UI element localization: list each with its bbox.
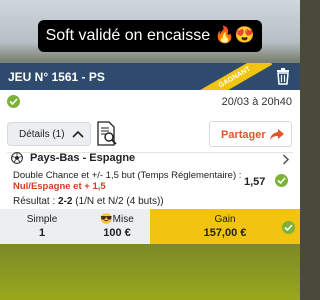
soccer-ball-icon [11, 152, 23, 164]
story-caption: Soft validé on encaisse 🔥😍 [37, 20, 263, 52]
chevron-up-icon [72, 130, 84, 138]
status-ribbon: GAGNANT [197, 63, 273, 90]
bet-odds: 1,57 [244, 176, 266, 188]
caption-container: Soft validé on encaisse 🔥😍 [0, 20, 300, 52]
result-label: Résultat : [13, 196, 56, 207]
ticket-header: JEU N° 1561 - PS GAGNANT [0, 63, 300, 90]
stake-value: 100 € [103, 227, 131, 239]
check-circle-icon [275, 174, 288, 187]
type-label: Simple [26, 214, 58, 225]
bet-type: Double Chance et +/- 1,5 but (Temps Régl… [13, 170, 242, 181]
match-result: Résultat : 2-2 (1/N et N/2 (4 buts)) [13, 196, 164, 207]
check-circle-icon [7, 95, 20, 108]
match-name: Pays-Bas - Espagne [30, 152, 136, 164]
share-arrow-icon [270, 129, 284, 140]
bet-selection: Nul/Espagne et + 1,5 [13, 181, 106, 192]
gain-value: 157,00 € [203, 227, 247, 239]
details-label: Détails (1) [19, 129, 65, 140]
trash-icon[interactable] [276, 68, 290, 85]
check-circle-icon [282, 221, 295, 234]
details-button[interactable]: Détails (1) [7, 122, 91, 146]
gain-label: Gain [214, 214, 236, 225]
type-value: 1 [38, 227, 46, 239]
stake-label: 😎Mise [100, 214, 134, 225]
result-score: 2-2 [58, 196, 73, 207]
document-search-icon[interactable] [96, 121, 118, 147]
bet-summary: Simple 1 😎Mise 100 € Gain 157,00 € [0, 209, 300, 244]
share-button[interactable]: Partager [209, 121, 292, 147]
summary-gain-cell: Gain 157,00 € [150, 209, 300, 244]
share-label: Partager [221, 129, 266, 141]
ticket-title: JEU N° 1561 - PS [8, 70, 105, 84]
summary-type-cell: Simple 1 [0, 209, 84, 244]
bet-ticket-card: JEU N° 1561 - PS GAGNANT 20/03 à 20h40 D… [0, 63, 300, 244]
chevron-right-icon[interactable] [282, 154, 290, 165]
bet-date: 20/03 à 20h40 [221, 96, 292, 108]
ticket-status-row: 20/03 à 20h40 [0, 90, 300, 112]
background-photo-bottom [0, 244, 300, 300]
result-detail: (1/N et N/2 (4 buts)) [75, 196, 164, 207]
summary-stake-cell: 😎Mise 100 € [84, 209, 150, 244]
